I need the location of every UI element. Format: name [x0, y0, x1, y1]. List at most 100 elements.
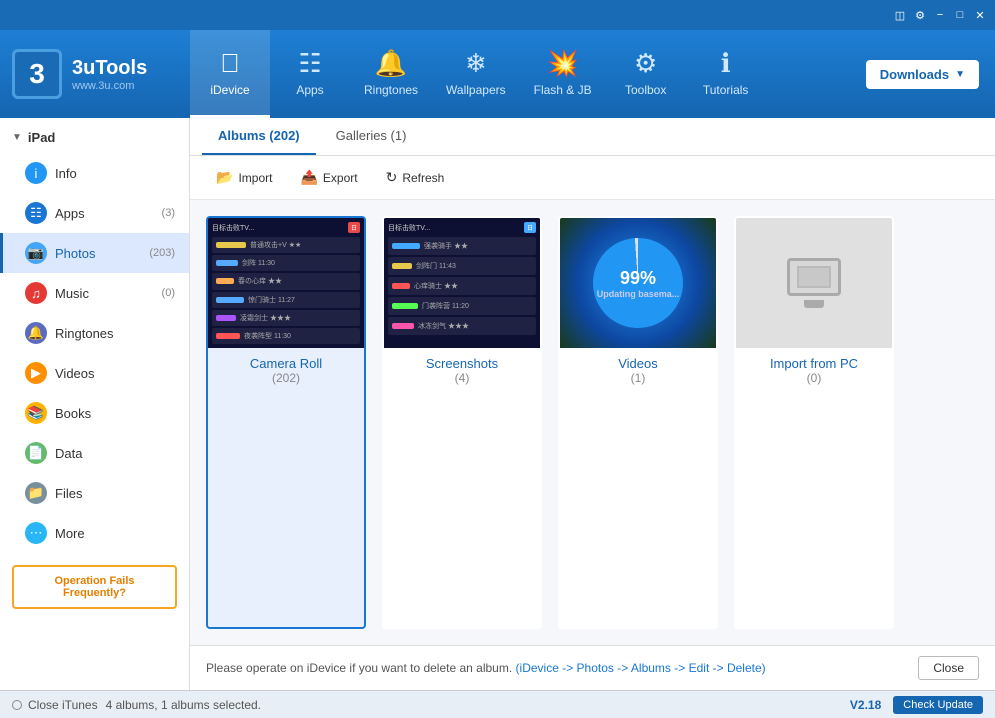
sidebar-item-ringtones[interactable]: 🔔 Ringtones [0, 313, 189, 353]
sidebar-item-info[interactable]: i Info [0, 153, 189, 193]
album-thumb-import [736, 218, 892, 348]
device-label: iPad [28, 130, 55, 145]
album-camera-roll[interactable]: 目标击败TV... 日 普通攻击+V ★★ 剑阵 11:30 [206, 216, 366, 629]
sidebar-item-data[interactable]: 📄 Data [0, 433, 189, 473]
album-thumb-camera-roll: 目标击败TV... 日 普通攻击+V ★★ 剑阵 11:30 [208, 218, 364, 348]
sidebar-item-more[interactable]: ⋯ More [0, 513, 189, 553]
chevron-down-icon: ▼ [12, 132, 22, 143]
import-pc-icon [787, 258, 841, 308]
monitor-icon[interactable]: ◫ [891, 6, 909, 24]
close-icon[interactable]: ✕ [971, 6, 989, 24]
import-label: Import [238, 171, 272, 185]
sidebar-label-photos: Photos [55, 246, 149, 261]
content-area: Albums (202) Galleries (1) 📂 Import 📤 Ex… [190, 118, 995, 690]
album-info-import: Import from PC (0) [736, 348, 892, 393]
album-videos[interactable]: 99% Updating basema... Videos (1) [558, 216, 718, 629]
tab-albums[interactable]: Albums (202) [202, 118, 316, 155]
sidebar-item-apps[interactable]: ☷ Apps (3) [0, 193, 189, 233]
refresh-button[interactable]: ↻ Refresh [374, 164, 457, 191]
logo-shield: 3 [12, 49, 62, 99]
status-count-text: 4 albums, 1 albums selected. [106, 698, 842, 712]
import-button[interactable]: 📂 Import [204, 164, 284, 191]
sidebar-device[interactable]: ▼ iPad [0, 122, 189, 153]
books-icon: 📚 [25, 402, 47, 424]
export-button[interactable]: 📤 Export [288, 164, 369, 191]
logo-text: 3uTools www.3u.com [72, 57, 147, 92]
tab-wallpapers[interactable]: ❄ Wallpapers [432, 30, 520, 118]
info-message: Please operate on iDevice if you want to… [206, 661, 918, 675]
itunes-indicator[interactable]: Close iTunes [12, 698, 98, 712]
album-info-screenshots: Screenshots (4) [384, 348, 540, 393]
sidebar-count-photos: (203) [149, 247, 175, 259]
album-thumb-videos: 99% Updating basema... [560, 218, 716, 348]
export-label: Export [323, 171, 358, 185]
album-thumb-screenshots: 目标击败TV... 日 强袭骑手 ★★ 剑阵门 11:43 [384, 218, 540, 348]
sidebar-label-music: Music [55, 286, 162, 301]
tab-flash-jb[interactable]: 💥 Flash & JB [520, 30, 606, 118]
wallpaper-icon: ❄ [465, 48, 487, 79]
header-right: Downloads ▼ [850, 30, 995, 118]
toolbox-icon: ⚙ [634, 48, 657, 79]
gear-icon[interactable]: ⚙ [911, 6, 929, 24]
sidebar-label-apps: Apps [55, 206, 162, 221]
toolbar: 📂 Import 📤 Export ↻ Refresh [190, 156, 995, 200]
sidebar-item-music[interactable]: ♫ Music (0) [0, 273, 189, 313]
itunes-label: Close iTunes [28, 698, 98, 712]
album-name-camera-roll: Camera Roll [216, 356, 356, 371]
inner-screen [797, 266, 831, 288]
album-info-videos: Videos (1) [560, 348, 716, 393]
refresh-icon: ↻ [386, 169, 398, 186]
album-info-camera-roll: Camera Roll (202) [208, 348, 364, 393]
videos-icon: ▶ [25, 362, 47, 384]
tab-idevice[interactable]:  iDevice [190, 30, 270, 118]
downloads-label: Downloads [880, 67, 949, 82]
sidebar-item-files[interactable]: 📁 Files [0, 473, 189, 513]
albums-grid: 目标击败TV... 日 普通攻击+V ★★ 剑阵 11:30 [190, 200, 995, 645]
progress-circle: 99% Updating basema... [593, 238, 683, 328]
tab-toolbox[interactable]: ⚙ Toolbox [606, 30, 686, 118]
sidebar-count-apps: (3) [162, 207, 175, 219]
album-screenshots[interactable]: 目标击败TV... 日 强袭骑手 ★★ 剑阵门 11:43 [382, 216, 542, 629]
flash-icon: 💥 [546, 48, 578, 79]
check-update-button[interactable]: Check Update [893, 696, 983, 714]
tab-galleries[interactable]: Galleries (1) [320, 118, 423, 155]
itunes-dot-icon [12, 700, 22, 710]
brand-name: 3uTools [72, 57, 147, 80]
apps-side-icon: ☷ [25, 202, 47, 224]
promo-banner[interactable]: Operation Fails Frequently? [12, 565, 177, 609]
downloads-arrow-icon: ▼ [955, 69, 965, 80]
tab-ringtones[interactable]: 🔔 Ringtones [350, 30, 432, 118]
close-info-button[interactable]: Close [918, 656, 979, 680]
minimize-icon[interactable]: − [931, 6, 949, 24]
sidebar-count-music: (0) [162, 287, 175, 299]
sidebar-label-ringtones: Ringtones [55, 326, 175, 341]
monitor-shape [787, 258, 841, 296]
tab-apps[interactable]: ☷ Apps [270, 30, 350, 118]
header: 3 3uTools www.3u.com  iDevice ☷ Apps 🔔 … [0, 30, 995, 118]
sidebar-label-books: Books [55, 406, 175, 421]
version-label: V2.18 [850, 698, 881, 712]
info-circle-icon: ℹ [721, 48, 731, 79]
album-name-videos: Videos [568, 356, 708, 371]
info-bar: Please operate on iDevice if you want to… [190, 645, 995, 690]
album-count-videos: (1) [568, 371, 708, 385]
sidebar-item-photos[interactable]: 📷 Photos (203) [0, 233, 189, 273]
import-icon: 📂 [216, 169, 233, 186]
sidebar-item-videos[interactable]: ▶ Videos [0, 353, 189, 393]
sidebar-item-books[interactable]: 📚 Books [0, 393, 189, 433]
refresh-label: Refresh [402, 171, 444, 185]
status-bar: Close iTunes 4 albums, 1 albums selected… [0, 690, 995, 718]
album-import-pc[interactable]: Import from PC (0) [734, 216, 894, 629]
info-icon: i [25, 162, 47, 184]
data-icon: 📄 [25, 442, 47, 464]
album-count-screenshots: (4) [392, 371, 532, 385]
sidebar-label-videos: Videos [55, 366, 175, 381]
sidebar-label-info: Info [55, 166, 175, 181]
content-tabs: Albums (202) Galleries (1) [190, 118, 995, 156]
tab-tutorials[interactable]: ℹ Tutorials [686, 30, 766, 118]
sidebar-label-more: More [55, 526, 175, 541]
apps-icon: ☷ [298, 48, 321, 79]
maximize-icon[interactable]: □ [951, 6, 969, 24]
monitor-stand [804, 300, 824, 308]
downloads-button[interactable]: Downloads ▼ [866, 60, 979, 89]
